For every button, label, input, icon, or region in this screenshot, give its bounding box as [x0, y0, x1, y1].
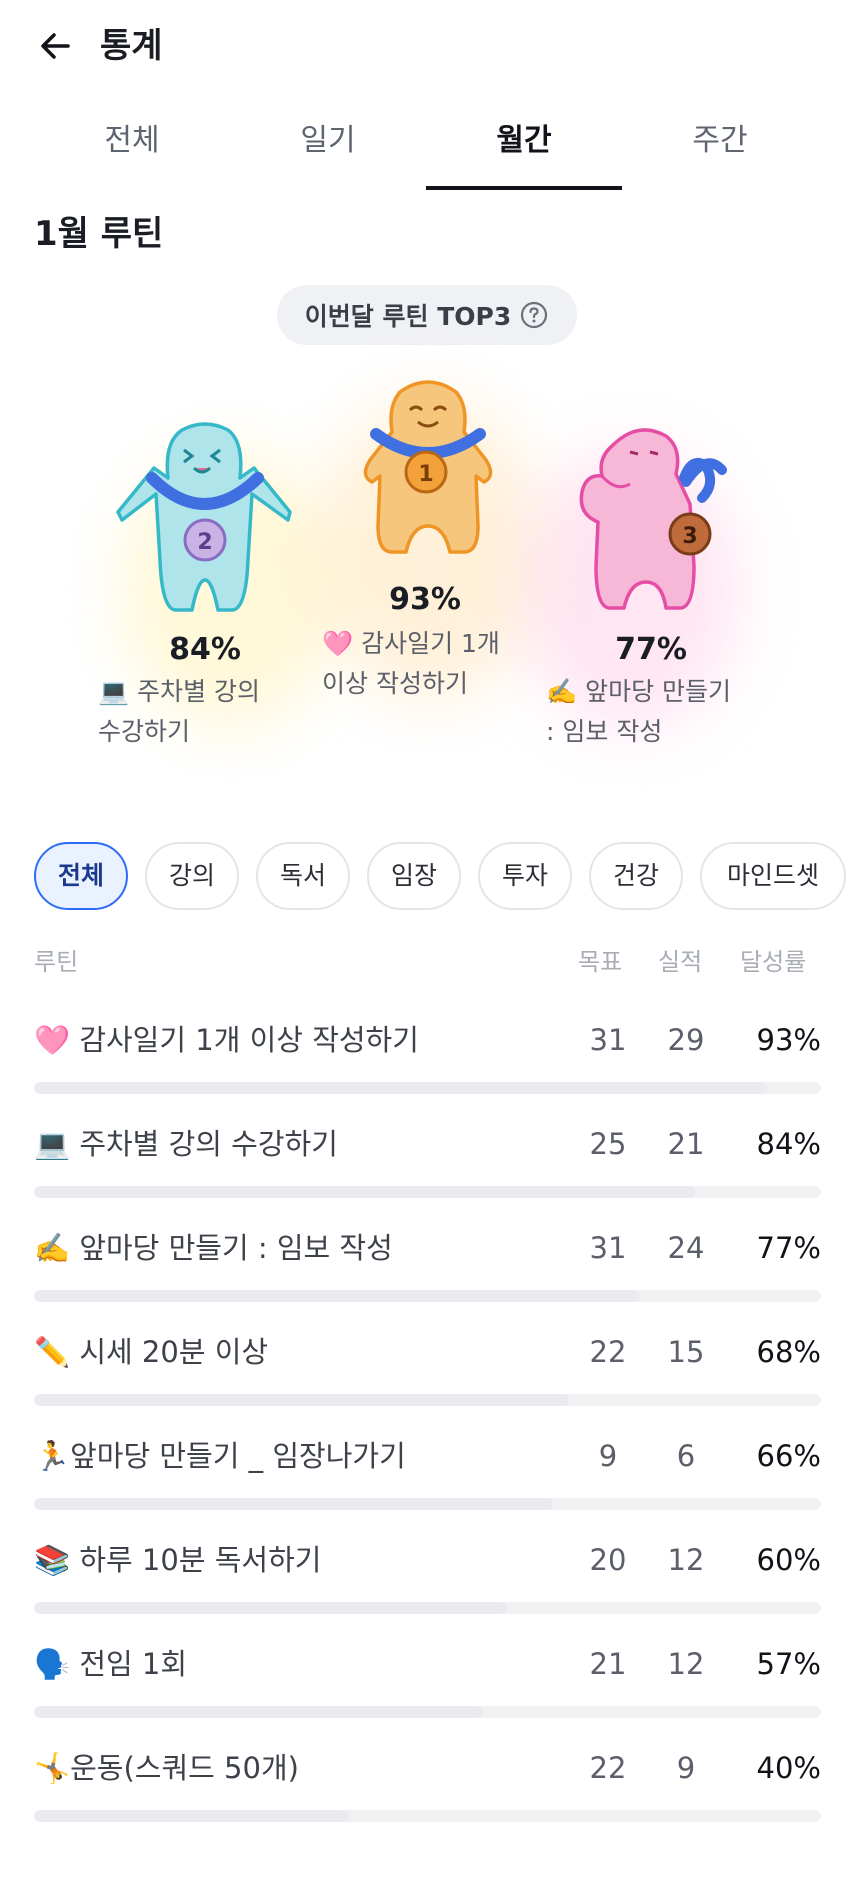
top3-podium: 2 1 3 84% 💻 주차별 강의 수강하기 93% 🩷 감사일기 1개 이상… [0, 360, 855, 780]
routine-done: 21 [667, 1127, 705, 1161]
period-tabs: 전체 일기 월간 주간 [0, 112, 855, 190]
top3-label: 이번달 루틴 TOP3 [304, 302, 512, 331]
routine-name: 🏃앞마당 만들기 _ 임장나가기 [34, 1439, 406, 1473]
tab-weekly[interactable]: 주간 [622, 112, 818, 190]
rank-2-percent: 84% [169, 632, 241, 667]
progress-track [34, 1498, 821, 1510]
progress-fill [34, 1706, 483, 1718]
table-row[interactable]: 📚 하루 10분 독서하기 20 12 60% [34, 1532, 821, 1636]
header-rate: 달성률 [740, 948, 807, 976]
rank-3-name-line1: ✍️ 앞마당 만들기 [546, 677, 732, 706]
question-circle-icon[interactable] [519, 300, 549, 330]
routine-goal: 22 [589, 1751, 627, 1785]
routine-done: 24 [667, 1231, 705, 1265]
routine-goal: 20 [589, 1543, 627, 1577]
routine-rate: 40% [756, 1751, 821, 1785]
routine-name: 🗣️ 전임 1회 [34, 1647, 188, 1681]
routine-rate: 66% [756, 1439, 821, 1473]
progress-fill [34, 1290, 640, 1302]
chip-health[interactable]: 건강 [589, 842, 683, 910]
routine-name: 🤸운동(스쿼드 50개) [34, 1751, 299, 1785]
tab-monthly[interactable]: 월간 [426, 112, 622, 190]
progress-track [34, 1394, 821, 1406]
rank-2-name-line1: 💻 주차별 강의 [98, 677, 261, 706]
chip-field-trip[interactable]: 임장 [367, 842, 461, 910]
rank-2-name-line2: 수강하기 [98, 717, 191, 746]
table-row[interactable]: ✍️ 앞마당 만들기 : 임보 작성 31 24 77% [34, 1220, 821, 1324]
routine-done: 12 [667, 1543, 705, 1577]
table-row[interactable]: ✏️ 시세 20분 이상 22 15 68% [34, 1324, 821, 1428]
progress-fill [34, 1602, 507, 1614]
rank-1-percent: 93% [389, 582, 461, 617]
progress-fill [34, 1810, 349, 1822]
routine-done: 6 [676, 1439, 696, 1473]
routine-rate: 77% [756, 1231, 821, 1265]
svg-text:1: 1 [418, 462, 433, 487]
progress-fill [34, 1082, 766, 1094]
header-done: 실적 [658, 948, 703, 976]
routine-goal: 9 [598, 1439, 618, 1473]
header-goal: 목표 [578, 948, 623, 976]
chip-lecture[interactable]: 강의 [145, 842, 239, 910]
routine-done: 15 [667, 1335, 705, 1369]
month-title: 1월 루틴 [34, 214, 164, 254]
routine-rate: 57% [756, 1647, 821, 1681]
tab-all[interactable]: 전체 [34, 112, 230, 190]
table-row[interactable]: 🏃앞마당 만들기 _ 임장나가기 9 6 66% [34, 1428, 821, 1532]
routine-goal: 21 [589, 1647, 627, 1681]
rank-2-character: 2 [116, 422, 292, 612]
progress-fill [34, 1394, 570, 1406]
progress-fill [34, 1186, 696, 1198]
rank-3-character: 3 [579, 428, 727, 610]
routine-name: ✏️ 시세 20분 이상 [34, 1335, 269, 1369]
page-title: 통계 [100, 26, 163, 66]
category-filter-chips: 전체 강의 독서 임장 투자 건강 마인드셋 [34, 842, 855, 912]
routine-rate: 68% [756, 1335, 821, 1369]
rank-1-character: 1 [363, 380, 493, 554]
routine-goal: 31 [589, 1023, 627, 1057]
svg-text:3: 3 [682, 524, 697, 549]
routine-rate: 60% [756, 1543, 821, 1577]
routine-done: 9 [676, 1751, 696, 1785]
routine-goal: 31 [589, 1231, 627, 1265]
routine-name: 📚 하루 10분 독서하기 [34, 1543, 322, 1577]
routine-rate: 84% [756, 1127, 821, 1161]
routine-name: 🩷 감사일기 1개 이상 작성하기 [34, 1023, 419, 1057]
table-row[interactable]: 🗣️ 전임 1회 21 12 57% [34, 1636, 821, 1740]
svg-text:2: 2 [197, 530, 212, 555]
routine-name: 💻 주차별 강의 수강하기 [34, 1127, 338, 1161]
chip-investment[interactable]: 투자 [478, 842, 572, 910]
routine-table-header: 루틴 목표 실적 달성률 [34, 942, 821, 982]
rank-3-name-line2: : 임보 작성 [546, 717, 663, 746]
top3-pill[interactable]: 이번달 루틴 TOP3 [277, 285, 577, 345]
progress-track [34, 1706, 821, 1718]
progress-track [34, 1082, 821, 1094]
progress-track [34, 1290, 821, 1302]
chip-all[interactable]: 전체 [34, 842, 128, 910]
tab-diary[interactable]: 일기 [230, 112, 426, 190]
rank-1-name-line2: 이상 작성하기 [322, 669, 468, 698]
routine-rate: 93% [756, 1023, 821, 1057]
chip-reading[interactable]: 독서 [256, 842, 350, 910]
routine-done: 12 [667, 1647, 705, 1681]
rank-3-percent: 77% [615, 632, 687, 667]
app-header: 통계 [0, 0, 855, 92]
progress-fill [34, 1498, 554, 1510]
routine-done: 29 [667, 1023, 705, 1057]
table-row[interactable]: 🤸운동(스쿼드 50개) 22 9 40% [34, 1740, 821, 1844]
progress-track [34, 1810, 821, 1822]
chip-mindset[interactable]: 마인드셋 [700, 842, 846, 910]
table-row[interactable]: 🩷 감사일기 1개 이상 작성하기 31 29 93% [34, 1012, 821, 1116]
routine-name: ✍️ 앞마당 만들기 : 임보 작성 [34, 1231, 393, 1265]
routine-goal: 22 [589, 1335, 627, 1369]
routine-goal: 25 [589, 1127, 627, 1161]
progress-track [34, 1602, 821, 1614]
header-routine: 루틴 [34, 948, 79, 976]
back-button[interactable] [34, 24, 78, 68]
rank-1-name-line1: 🩷 감사일기 1개 [322, 629, 500, 658]
progress-track [34, 1186, 821, 1198]
table-row[interactable]: 💻 주차별 강의 수강하기 25 21 84% [34, 1116, 821, 1220]
arrow-left-icon [41, 33, 70, 59]
